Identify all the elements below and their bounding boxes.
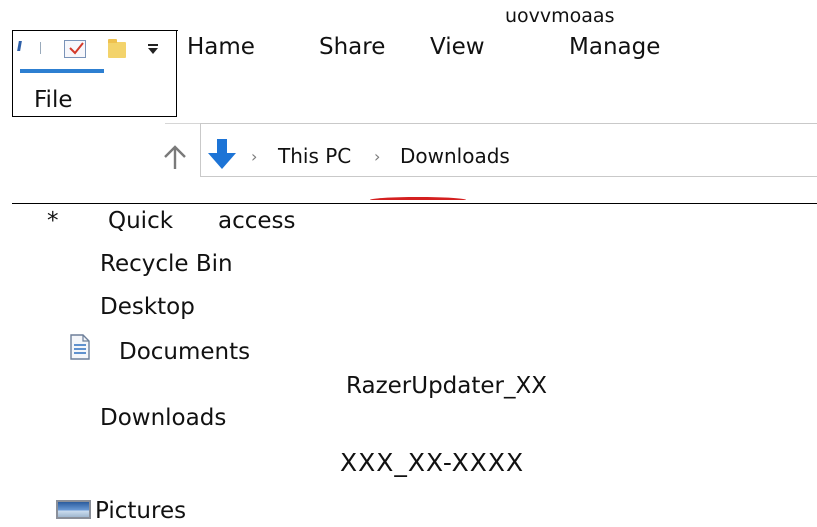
nav-downloads[interactable]: Downloads xyxy=(100,404,226,432)
breadcrumb-chevron-icon: › xyxy=(251,147,258,166)
file-razerupdater[interactable]: RazerUpdater_XX xyxy=(346,372,547,400)
tab-home[interactable]: Hame xyxy=(187,33,255,61)
file-tab-indicator xyxy=(20,69,104,73)
pane-divider xyxy=(12,203,817,204)
breadcrumb-this-pc[interactable]: This PC xyxy=(278,142,351,170)
customize-dropdown-icon[interactable] xyxy=(148,44,158,54)
tab-view[interactable]: View xyxy=(430,33,485,61)
nav-desktop[interactable]: Desktop xyxy=(100,293,195,321)
tab-manage[interactable]: Manage xyxy=(569,33,660,61)
nav-pictures[interactable]: Pictures xyxy=(95,497,186,525)
quick-access-star: * xyxy=(47,208,59,234)
tab-share[interactable]: Share xyxy=(319,33,385,61)
downloads-arrow-icon xyxy=(205,137,239,171)
breadcrumb-chevron-icon: › xyxy=(374,147,381,166)
new-folder-icon[interactable] xyxy=(108,39,126,58)
nav-recycle-bin[interactable]: Recycle Bin xyxy=(100,250,233,278)
checkbox-icon[interactable] xyxy=(64,40,86,58)
nav-quick-access-label[interactable]: access xyxy=(218,207,296,235)
contextual-tab-title: uovvmoaas xyxy=(505,5,615,27)
breadcrumb-downloads[interactable]: Downloads xyxy=(400,142,510,170)
up-arrow-icon[interactable] xyxy=(162,143,188,171)
toolbar-separator xyxy=(40,42,41,54)
tab-file[interactable]: File xyxy=(34,86,73,114)
pictures-icon xyxy=(56,500,91,519)
file-xxx-entry[interactable]: XXX_XX-XXXX xyxy=(340,449,524,477)
documents-icon xyxy=(70,334,90,360)
nav-quick-access[interactable]: Quick xyxy=(108,207,173,235)
nav-documents[interactable]: Documents xyxy=(119,338,250,366)
